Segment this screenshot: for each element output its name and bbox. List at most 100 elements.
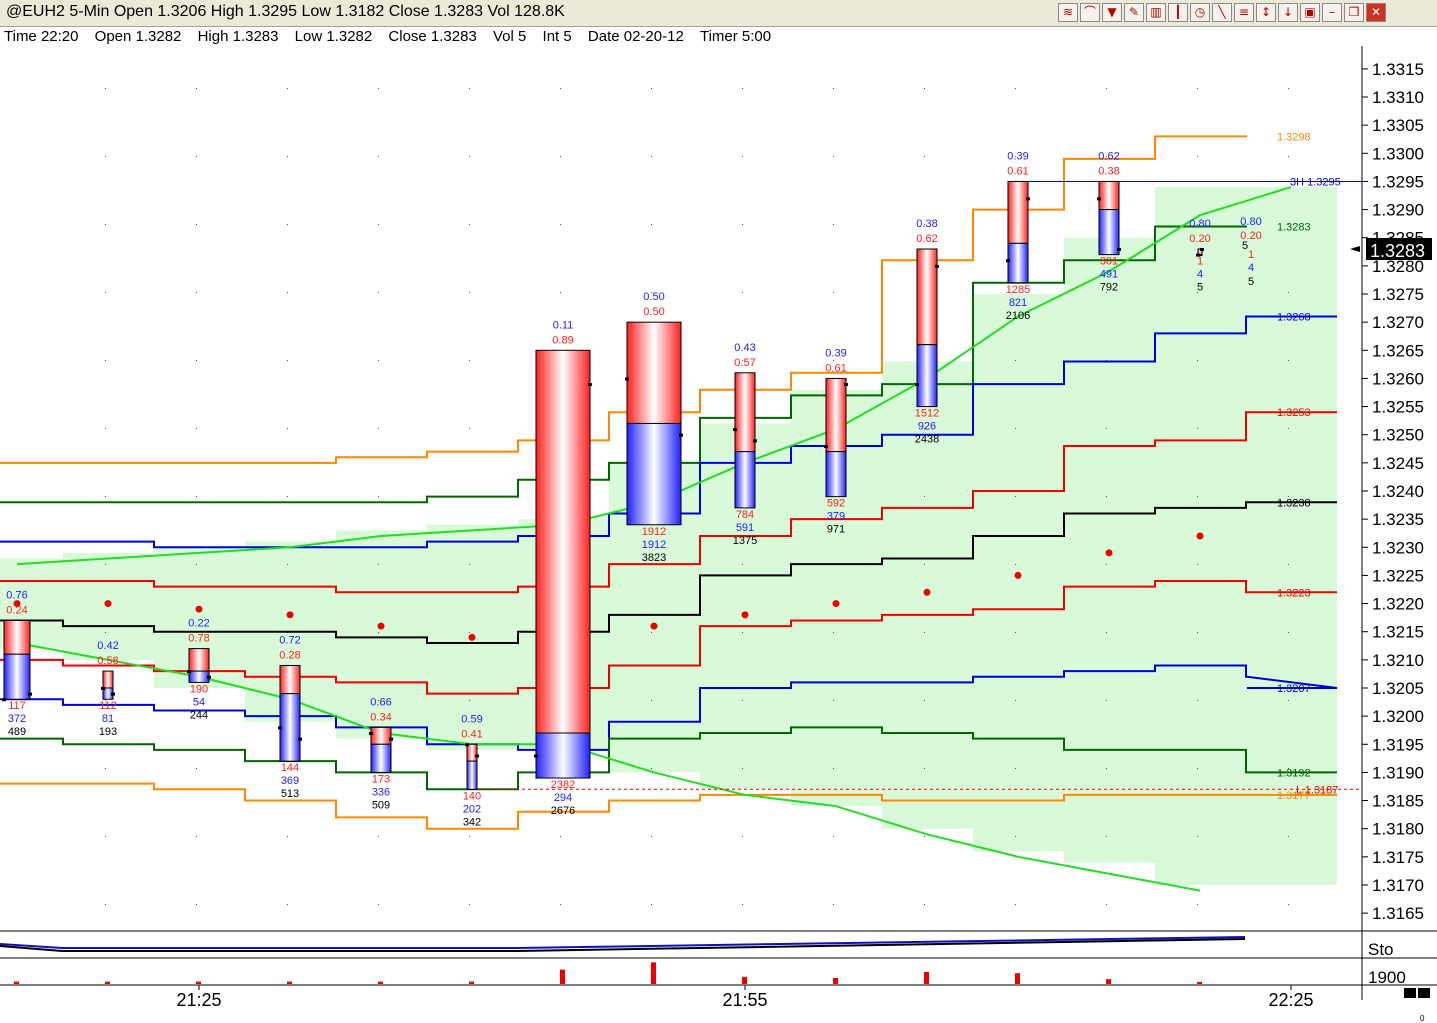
open-tick — [2, 698, 6, 702]
buy-ratio-label: 0.22 — [188, 618, 209, 630]
sell-volume-segment — [370, 726, 392, 745]
open-tick — [625, 377, 629, 381]
price-tick-label: 1.3230 — [1372, 538, 1424, 557]
price-tick-label: 1.3295 — [1372, 172, 1424, 191]
grid-dot — [742, 292, 743, 293]
step-line-label: 1.3268 — [1277, 312, 1311, 324]
buy-ratio-label: 0.76 — [6, 589, 27, 601]
grid-dot — [651, 224, 652, 225]
volume-bar — [924, 972, 929, 984]
grid-dot — [1015, 88, 1016, 89]
hl-label: 3H 1.3295 — [1290, 176, 1341, 188]
close-tick — [588, 383, 592, 387]
grid-dot — [1015, 564, 1016, 565]
pivot-dot — [1105, 549, 1113, 557]
sell-count-label: 190 — [190, 683, 208, 695]
price-bar: 0.62 0.38 301491792 — [1097, 150, 1121, 294]
grid-dot — [560, 224, 561, 225]
price-chart[interactable]: 1.3298 1.3283 1.3268 1.3253 1.3238 1.3223 1.32… — [0, 0, 1437, 1023]
buy-count-label: 294 — [554, 792, 572, 804]
grid-dot — [924, 632, 925, 633]
price-tick-label: 1.3260 — [1372, 369, 1424, 388]
hl-label: L 1.3187 — [1296, 784, 1338, 796]
total-count-label: 342 — [463, 816, 481, 828]
volume-bar — [1106, 979, 1111, 984]
price-tick-label: 1.3275 — [1372, 285, 1424, 304]
grid-dot — [651, 836, 652, 837]
buy-count-label: 369 — [281, 775, 299, 787]
buy-count-label: 821 — [1009, 297, 1027, 309]
grid-dot — [742, 632, 743, 633]
pivot-dot — [832, 600, 840, 608]
grid-dot — [742, 88, 743, 89]
sell-volume-segment — [825, 377, 847, 453]
price-tick-label: 1.3305 — [1372, 116, 1424, 135]
grid-dot — [196, 360, 197, 361]
open-tick — [733, 428, 737, 432]
buy-ratio-label: 0.80 — [1189, 218, 1210, 230]
grid-dot — [196, 496, 197, 497]
sell-volume-segment — [3, 619, 31, 655]
price-tick-label: 1.3185 — [1372, 792, 1424, 811]
grid-dot — [378, 904, 379, 905]
grid-dot — [560, 88, 561, 89]
grid-dot — [378, 360, 379, 361]
sell-count-label: 1512 — [915, 408, 939, 420]
price-bar: 0.22 0.78 19054244 — [187, 618, 211, 721]
grid-dot — [833, 224, 834, 225]
price-bar: 0.66 0.34 173336509 — [369, 696, 393, 811]
price-bar: 0.72 0.28 144369513 — [278, 634, 302, 800]
total-count-label: 2438 — [915, 434, 939, 446]
buy-count-label: 202 — [463, 803, 481, 815]
sell-ratio-label: 0.50 — [643, 306, 664, 318]
volume-bar — [1015, 973, 1020, 984]
buy-ratio-label: 0.39 — [1007, 150, 1028, 162]
sell-ratio-label: 0.28 — [279, 649, 300, 661]
sell-count-label: 112 — [99, 700, 117, 712]
grid-dot — [1106, 632, 1107, 633]
total-count-label: 489 — [8, 726, 26, 738]
grid-dot — [1015, 836, 1016, 837]
grid-dot — [1106, 836, 1107, 837]
grid-dot — [105, 496, 106, 497]
grid-dot — [196, 88, 197, 89]
total-count-label: 2106 — [1006, 310, 1030, 322]
grid-dot — [742, 836, 743, 837]
grid-dot — [651, 88, 652, 89]
volume-bar — [833, 978, 838, 984]
sell-ratio-label: 0.62 — [916, 233, 937, 245]
vwap-band — [0, 187, 1337, 885]
grid-dot — [1197, 496, 1198, 497]
buy-ratio-label: 0.66 — [370, 696, 391, 708]
close-tick — [475, 754, 479, 758]
grid-dot — [378, 496, 379, 497]
buy-count-label: 4 — [1197, 269, 1203, 281]
price-tick-label: 1.3250 — [1372, 426, 1424, 445]
grid-dot — [1015, 768, 1016, 769]
buy-count-label: 379 — [827, 511, 845, 523]
price-tick-label: 1.3225 — [1372, 566, 1424, 585]
grid-dot — [1106, 700, 1107, 701]
price-bar: 0.42 0.58 11281193 — [97, 640, 118, 738]
grid-dot — [1288, 156, 1289, 157]
sell-count-label: 1 — [1197, 256, 1203, 268]
price-bar: 0.38 0.62 15129262438 — [915, 218, 939, 446]
volume-bar — [378, 981, 383, 984]
grid-dot — [651, 632, 652, 633]
sell-ratio-label: 0.34 — [370, 711, 391, 723]
trail-buy-count: 4 — [1248, 262, 1254, 274]
grid-dot — [833, 360, 834, 361]
grid-dot — [287, 88, 288, 89]
grid-dot — [1288, 428, 1289, 429]
price-bar: 0.500.50191219123823 — [625, 291, 683, 564]
buy-volume-segment — [535, 732, 591, 779]
sell-volume-segment — [102, 670, 114, 689]
step-line-label: 1.3238 — [1277, 497, 1311, 509]
open-tick — [534, 754, 538, 758]
sell-volume-segment — [734, 372, 756, 453]
grid-dot — [924, 700, 925, 701]
price-tick-label: 1.3220 — [1372, 595, 1424, 614]
grid-dot — [742, 700, 743, 701]
buy-volume-segment — [734, 451, 756, 509]
price-tick-label: 1.3190 — [1372, 763, 1424, 782]
